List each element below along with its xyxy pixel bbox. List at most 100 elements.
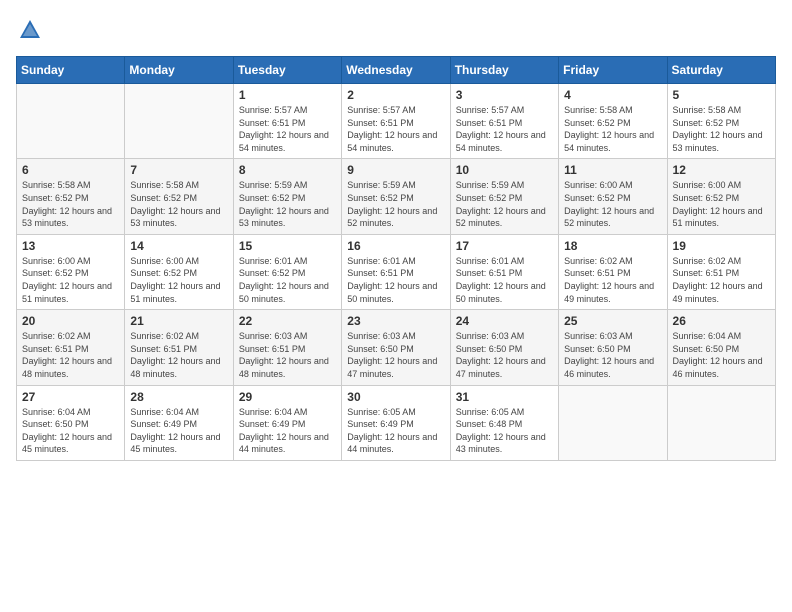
calendar-day-cell: 26 Sunrise: 6:04 AM Sunset: 6:50 PM Dayli…: [667, 310, 775, 385]
calendar-day-cell: 1 Sunrise: 5:57 AM Sunset: 6:51 PM Daylig…: [233, 84, 341, 159]
calendar-day-cell: 20 Sunrise: 6:02 AM Sunset: 6:51 PM Dayli…: [17, 310, 125, 385]
weekday-header: Friday: [559, 57, 667, 84]
calendar-day-cell: 6 Sunrise: 5:58 AM Sunset: 6:52 PM Daylig…: [17, 159, 125, 234]
calendar-day-cell: 4 Sunrise: 5:58 AM Sunset: 6:52 PM Daylig…: [559, 84, 667, 159]
day-number: 9: [347, 163, 444, 177]
day-info: Sunrise: 6:03 AM Sunset: 6:50 PM Dayligh…: [456, 330, 553, 380]
calendar-day-cell: 30Sunrise: 6:05 AM Sunset: 6:49 PM Dayli…: [342, 385, 450, 460]
day-number: 4: [564, 88, 661, 102]
calendar-day-cell: [559, 385, 667, 460]
day-number: 3: [456, 88, 553, 102]
day-info: Sunrise: 5:58 AM Sunset: 6:52 PM Dayligh…: [564, 104, 661, 154]
calendar-day-cell: 3Sunrise: 5:57 AM Sunset: 6:51 PM Daylig…: [450, 84, 558, 159]
day-number: 21: [130, 314, 227, 328]
day-info: Sunrise: 6:02 AM Sunset: 6:51 PM Dayligh…: [130, 330, 227, 380]
day-info: Sunrise: 6:00 AM Sunset: 6:52 PM Dayligh…: [673, 179, 770, 229]
calendar-table: SundayMondayTuesdayWednesdayThursdayFrid…: [16, 56, 776, 461]
day-info: Sunrise: 6:04 AM Sunset: 6:49 PM Dayligh…: [239, 406, 336, 456]
day-info: Sunrise: 6:03 AM Sunset: 6:50 PM Dayligh…: [347, 330, 444, 380]
calendar-day-cell: 31 Sunrise: 6:05 AM Sunset: 6:48 PM Dayli…: [450, 385, 558, 460]
logo: [16, 16, 48, 44]
day-number: 20: [22, 314, 119, 328]
day-number: 17: [456, 239, 553, 253]
day-info: Sunrise: 5:57 AM Sunset: 6:51 PM Dayligh…: [239, 104, 336, 154]
calendar-day-cell: 28 Sunrise: 6:04 AM Sunset: 6:49 PM Dayli…: [125, 385, 233, 460]
weekday-header: Saturday: [667, 57, 775, 84]
calendar-day-cell: 14 Sunrise: 6:00 AM Sunset: 6:52 PM Dayli…: [125, 234, 233, 309]
day-info: Sunrise: 6:04 AM Sunset: 6:50 PM Dayligh…: [22, 406, 119, 456]
calendar-day-cell: [125, 84, 233, 159]
day-number: 29: [239, 390, 336, 404]
calendar-day-cell: 2 Sunrise: 5:57 AM Sunset: 6:51 PM Daylig…: [342, 84, 450, 159]
calendar-day-cell: 27 Sunrise: 6:04 AM Sunset: 6:50 PM Dayli…: [17, 385, 125, 460]
calendar-day-cell: 25Sunrise: 6:03 AM Sunset: 6:50 PM Dayli…: [559, 310, 667, 385]
day-number: 8: [239, 163, 336, 177]
day-number: 13: [22, 239, 119, 253]
day-number: 6: [22, 163, 119, 177]
day-number: 11: [564, 163, 661, 177]
day-info: Sunrise: 6:04 AM Sunset: 6:49 PM Dayligh…: [130, 406, 227, 456]
calendar-day-cell: 9 Sunrise: 5:59 AM Sunset: 6:52 PM Daylig…: [342, 159, 450, 234]
day-info: Sunrise: 5:58 AM Sunset: 6:52 PM Dayligh…: [22, 179, 119, 229]
calendar-day-cell: 17 Sunrise: 6:01 AM Sunset: 6:51 PM Dayli…: [450, 234, 558, 309]
calendar-day-cell: 22 Sunrise: 6:03 AM Sunset: 6:51 PM Dayli…: [233, 310, 341, 385]
day-number: 28: [130, 390, 227, 404]
day-info: Sunrise: 5:59 AM Sunset: 6:52 PM Dayligh…: [239, 179, 336, 229]
day-number: 26: [673, 314, 770, 328]
day-info: Sunrise: 5:58 AM Sunset: 6:52 PM Dayligh…: [673, 104, 770, 154]
day-number: 27: [22, 390, 119, 404]
calendar-day-cell: 12 Sunrise: 6:00 AM Sunset: 6:52 PM Dayli…: [667, 159, 775, 234]
calendar-day-cell: [17, 84, 125, 159]
calendar-day-cell: 15Sunrise: 6:01 AM Sunset: 6:52 PM Dayli…: [233, 234, 341, 309]
day-info: Sunrise: 6:00 AM Sunset: 6:52 PM Dayligh…: [564, 179, 661, 229]
calendar-day-cell: 10 Sunrise: 5:59 AM Sunset: 6:52 PM Dayli…: [450, 159, 558, 234]
day-number: 18: [564, 239, 661, 253]
day-info: Sunrise: 6:01 AM Sunset: 6:51 PM Dayligh…: [456, 255, 553, 305]
calendar-week-row: 20 Sunrise: 6:02 AM Sunset: 6:51 PM Dayli…: [17, 310, 776, 385]
calendar-day-cell: 29 Sunrise: 6:04 AM Sunset: 6:49 PM Dayli…: [233, 385, 341, 460]
day-number: 24: [456, 314, 553, 328]
day-info: Sunrise: 6:01 AM Sunset: 6:52 PM Dayligh…: [239, 255, 336, 305]
day-info: Sunrise: 6:00 AM Sunset: 6:52 PM Dayligh…: [22, 255, 119, 305]
day-info: Sunrise: 6:04 AM Sunset: 6:50 PM Dayligh…: [673, 330, 770, 380]
day-info: Sunrise: 6:02 AM Sunset: 6:51 PM Dayligh…: [673, 255, 770, 305]
day-number: 1: [239, 88, 336, 102]
day-number: 25: [564, 314, 661, 328]
weekday-header: Monday: [125, 57, 233, 84]
day-info: Sunrise: 5:59 AM Sunset: 6:52 PM Dayligh…: [456, 179, 553, 229]
calendar-day-cell: 7Sunrise: 5:58 AM Sunset: 6:52 PM Daylig…: [125, 159, 233, 234]
day-info: Sunrise: 5:59 AM Sunset: 6:52 PM Dayligh…: [347, 179, 444, 229]
day-number: 22: [239, 314, 336, 328]
calendar-week-row: 6 Sunrise: 5:58 AM Sunset: 6:52 PM Daylig…: [17, 159, 776, 234]
day-number: 19: [673, 239, 770, 253]
day-number: 30: [347, 390, 444, 404]
calendar-week-row: 1 Sunrise: 5:57 AM Sunset: 6:51 PM Daylig…: [17, 84, 776, 159]
day-number: 23: [347, 314, 444, 328]
calendar-day-cell: 16 Sunrise: 6:01 AM Sunset: 6:51 PM Dayli…: [342, 234, 450, 309]
day-info: Sunrise: 6:02 AM Sunset: 6:51 PM Dayligh…: [564, 255, 661, 305]
day-info: Sunrise: 5:57 AM Sunset: 6:51 PM Dayligh…: [347, 104, 444, 154]
day-number: 16: [347, 239, 444, 253]
calendar-day-cell: 5 Sunrise: 5:58 AM Sunset: 6:52 PM Daylig…: [667, 84, 775, 159]
day-number: 2: [347, 88, 444, 102]
day-number: 5: [673, 88, 770, 102]
calendar-day-cell: 24 Sunrise: 6:03 AM Sunset: 6:50 PM Dayli…: [450, 310, 558, 385]
calendar-day-cell: 8 Sunrise: 5:59 AM Sunset: 6:52 PM Daylig…: [233, 159, 341, 234]
day-info: Sunrise: 6:03 AM Sunset: 6:51 PM Dayligh…: [239, 330, 336, 380]
calendar-week-row: 13 Sunrise: 6:00 AM Sunset: 6:52 PM Dayli…: [17, 234, 776, 309]
calendar-header-row: SundayMondayTuesdayWednesdayThursdayFrid…: [17, 57, 776, 84]
day-number: 12: [673, 163, 770, 177]
weekday-header: Sunday: [17, 57, 125, 84]
logo-icon: [16, 16, 44, 44]
day-number: 31: [456, 390, 553, 404]
page-header: [16, 16, 776, 44]
day-number: 10: [456, 163, 553, 177]
day-number: 14: [130, 239, 227, 253]
weekday-header: Thursday: [450, 57, 558, 84]
day-info: Sunrise: 6:05 AM Sunset: 6:48 PM Dayligh…: [456, 406, 553, 456]
day-info: Sunrise: 6:01 AM Sunset: 6:51 PM Dayligh…: [347, 255, 444, 305]
day-info: Sunrise: 6:00 AM Sunset: 6:52 PM Dayligh…: [130, 255, 227, 305]
calendar-day-cell: 18 Sunrise: 6:02 AM Sunset: 6:51 PM Dayli…: [559, 234, 667, 309]
day-info: Sunrise: 6:02 AM Sunset: 6:51 PM Dayligh…: [22, 330, 119, 380]
calendar-week-row: 27 Sunrise: 6:04 AM Sunset: 6:50 PM Dayli…: [17, 385, 776, 460]
